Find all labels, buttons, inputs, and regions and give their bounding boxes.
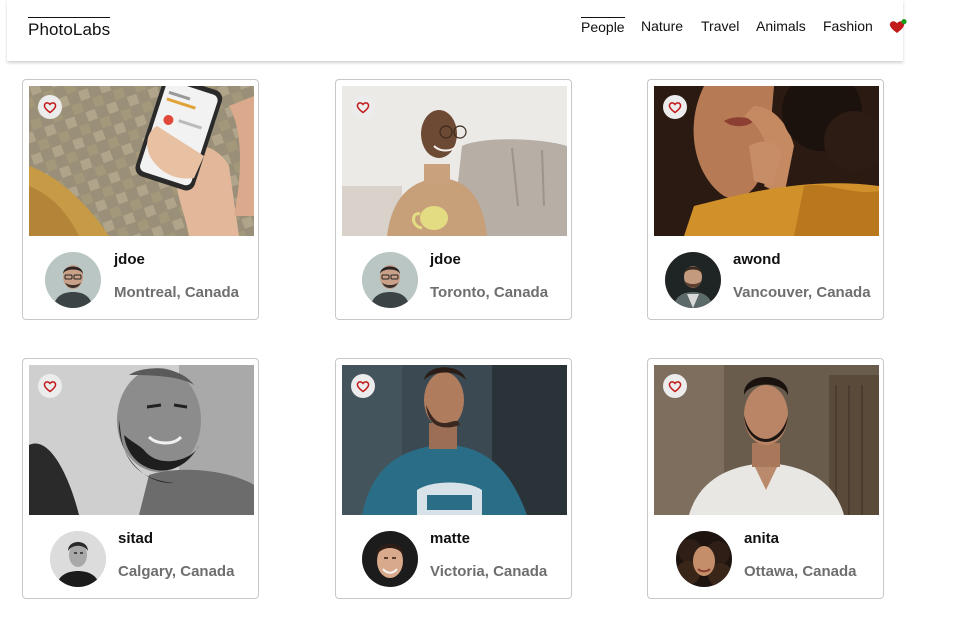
app-logo[interactable]: PhotoLabs bbox=[28, 17, 111, 40]
photo-location: Vancouver, Canada bbox=[733, 284, 871, 301]
photo-image[interactable] bbox=[29, 86, 254, 236]
photographer-username: sitad bbox=[118, 530, 154, 547]
nav-topic-people[interactable]: People bbox=[581, 17, 625, 35]
photo-image[interactable] bbox=[29, 365, 254, 515]
photo-card[interactable]: sitad Calgary, Canada bbox=[22, 358, 259, 599]
heart-outline-icon bbox=[356, 380, 370, 392]
photographer-username: anita bbox=[744, 530, 780, 547]
photo-location: Calgary, Canada bbox=[118, 563, 235, 580]
favourite-button[interactable] bbox=[351, 374, 375, 398]
heart-outline-icon bbox=[668, 101, 682, 113]
notification-dot-icon bbox=[901, 19, 907, 25]
photographer-username: jdoe bbox=[114, 251, 145, 268]
photo-location: Montreal, Canada bbox=[114, 284, 240, 301]
photo-location: Victoria, Canada bbox=[430, 563, 548, 580]
photo-image[interactable] bbox=[342, 86, 567, 236]
photo-card[interactable]: anita Ottawa, Canada bbox=[647, 358, 884, 599]
heart-outline-icon bbox=[43, 101, 57, 113]
photo-location: Toronto, Canada bbox=[430, 284, 549, 301]
favourite-button[interactable] bbox=[38, 374, 62, 398]
nav-topic-travel[interactable]: Travel bbox=[701, 18, 739, 34]
photo-image[interactable] bbox=[654, 365, 879, 515]
photographer-avatar bbox=[362, 531, 418, 587]
heart-outline-icon bbox=[43, 380, 57, 392]
photo-location: Ottawa, Canada bbox=[744, 563, 857, 580]
photo-image[interactable] bbox=[654, 86, 879, 236]
photographer-username: jdoe bbox=[430, 251, 461, 268]
favourite-button[interactable] bbox=[38, 95, 62, 119]
favourite-button[interactable] bbox=[351, 95, 375, 119]
photo-image[interactable] bbox=[342, 365, 567, 515]
nav-topic-fashion[interactable]: Fashion bbox=[823, 18, 873, 34]
top-nav-bar: PhotoLabs People Nature Travel Animals F… bbox=[7, 0, 907, 61]
nav-topic-nature[interactable]: Nature bbox=[641, 18, 683, 34]
photographer-avatar bbox=[50, 531, 106, 587]
photographer-avatar bbox=[362, 252, 418, 308]
photographer-avatar bbox=[676, 531, 732, 587]
photographer-username: matte bbox=[430, 530, 471, 547]
heart-outline-icon bbox=[356, 101, 370, 113]
photo-card[interactable]: matte Victoria, Canada bbox=[335, 358, 572, 599]
heart-outline-icon bbox=[668, 380, 682, 392]
photo-card[interactable]: jdoe Montreal, Canada bbox=[22, 79, 259, 320]
favourites-heart-icon[interactable] bbox=[889, 19, 907, 35]
favourite-button[interactable] bbox=[663, 95, 687, 119]
photographer-avatar bbox=[665, 252, 721, 308]
photographer-avatar bbox=[45, 252, 101, 308]
nav-topic-animals[interactable]: Animals bbox=[756, 18, 806, 34]
photo-card[interactable]: awond Vancouver, Canada bbox=[647, 79, 884, 320]
photo-card[interactable]: jdoe Toronto, Canada bbox=[335, 79, 572, 320]
photographer-username: awond bbox=[733, 251, 781, 268]
favourite-button[interactable] bbox=[663, 374, 687, 398]
